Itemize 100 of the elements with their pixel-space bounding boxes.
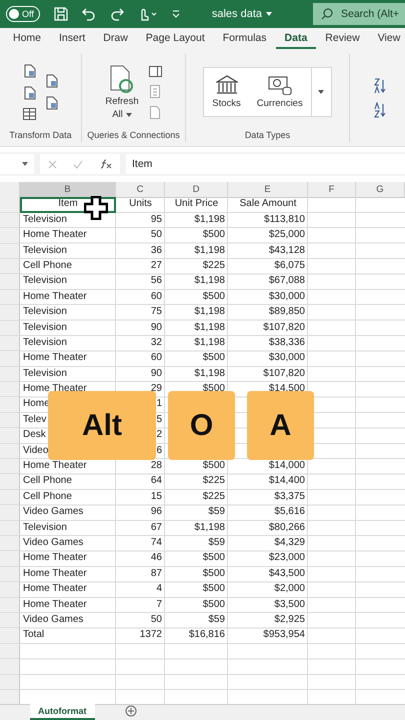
name-box[interactable] xyxy=(0,154,34,174)
save-icon[interactable] xyxy=(54,7,68,21)
ribbon-tab[interactable]: Page Layout xyxy=(136,29,214,49)
table-cell-text: $225 xyxy=(202,474,226,488)
customize-toolbar-icon[interactable] xyxy=(172,10,180,18)
row-header[interactable] xyxy=(0,690,20,704)
table-icon[interactable] xyxy=(23,108,36,120)
column-header[interactable]: E xyxy=(228,182,308,198)
row-header[interactable] xyxy=(0,536,20,552)
row-header[interactable] xyxy=(0,366,20,382)
add-sheet-icon[interactable] xyxy=(124,705,136,717)
row-header[interactable] xyxy=(0,474,20,490)
column-header[interactable]: B xyxy=(20,182,116,198)
function-icon[interactable] xyxy=(100,159,112,169)
table-cell-text: $225 xyxy=(202,490,226,504)
stocks-button[interactable]: Stocks xyxy=(204,68,249,116)
row-header[interactable] xyxy=(0,197,20,213)
ribbon-tab[interactable]: Home xyxy=(4,29,50,49)
table-cell-text: $107,820 xyxy=(262,320,306,335)
ribbon-tab[interactable]: Insert xyxy=(50,29,94,49)
table-cell-text: $3,500 xyxy=(273,598,306,612)
table-cell-text: Home Theater xyxy=(22,290,88,304)
column-header[interactable]: F xyxy=(308,182,356,198)
sheet-tab[interactable]: Autoformat xyxy=(30,704,94,720)
file-name[interactable]: sales data xyxy=(212,8,262,20)
row-header[interactable] xyxy=(0,274,20,290)
header-cell[interactable]: Sale Amount xyxy=(236,197,300,213)
ribbon-tab[interactable]: View xyxy=(368,29,405,49)
table-cell-text: 87 xyxy=(150,566,163,581)
header-cell[interactable]: Unit Price xyxy=(172,197,222,213)
money-icon xyxy=(268,75,292,95)
table-cell-text: $43,128 xyxy=(268,244,306,258)
row-header[interactable] xyxy=(0,628,20,644)
table-cell-text: Desk xyxy=(22,428,47,442)
refresh-all-button[interactable]: Refresh All xyxy=(105,64,139,120)
row-header[interactable] xyxy=(0,244,20,259)
table-cell-text: $43,500 xyxy=(268,566,306,581)
file-icon[interactable] xyxy=(46,74,58,88)
row-header[interactable] xyxy=(0,258,20,274)
row-header[interactable] xyxy=(0,320,20,336)
row-header[interactable] xyxy=(0,644,20,660)
table-cell-text: $59 xyxy=(207,612,226,627)
ribbon-tab[interactable]: Formulas xyxy=(214,29,276,49)
file-icon[interactable] xyxy=(24,64,36,78)
row-header[interactable] xyxy=(0,459,20,474)
undo-icon[interactable] xyxy=(82,7,96,21)
row-header[interactable] xyxy=(0,551,20,567)
list-icon[interactable] xyxy=(150,84,160,98)
row-header[interactable] xyxy=(0,582,20,598)
row-header[interactable] xyxy=(0,505,20,521)
column-header[interactable]: G xyxy=(356,182,405,198)
header-cell[interactable]: Item xyxy=(20,197,116,213)
table-cell-text: Video Games xyxy=(22,536,84,550)
table-cell-text: Home Theater xyxy=(22,228,88,242)
sort-ascending-icon[interactable] xyxy=(372,78,386,94)
row-header[interactable] xyxy=(0,351,20,367)
row-header[interactable] xyxy=(0,428,20,444)
group-label: Transform Data xyxy=(8,130,73,142)
file-icon[interactable] xyxy=(46,96,58,110)
sort-descending-icon[interactable] xyxy=(372,102,386,118)
row-header[interactable] xyxy=(0,612,20,628)
file-icon[interactable] xyxy=(24,86,36,100)
autosave-toggle[interactable]: Off xyxy=(6,6,40,22)
column-header[interactable]: C xyxy=(116,182,165,198)
key-cap: Alt xyxy=(48,391,156,460)
properties-icon[interactable] xyxy=(148,66,162,76)
search-field[interactable]: Search (Alt+ xyxy=(313,3,405,25)
table-cell-text: $4,329 xyxy=(273,536,306,550)
header-cell[interactable]: Units xyxy=(126,197,155,213)
row-header[interactable] xyxy=(0,598,20,613)
row-header[interactable] xyxy=(0,674,20,690)
table-cell-text: $1,198 xyxy=(193,244,226,258)
column-header[interactable]: D xyxy=(165,182,228,198)
redo-icon[interactable] xyxy=(110,7,124,21)
row-header[interactable] xyxy=(0,490,20,506)
table-cell-text: $3,375 xyxy=(273,490,306,504)
ribbon-tab[interactable]: Draw xyxy=(94,29,137,49)
row-header[interactable] xyxy=(0,520,20,536)
select-all-corner[interactable] xyxy=(0,182,20,198)
row-header[interactable] xyxy=(0,336,20,352)
ribbon-tab[interactable]: Review xyxy=(316,29,369,49)
table-cell-text: 7 xyxy=(155,598,163,612)
row-header[interactable] xyxy=(0,228,20,244)
row-header[interactable] xyxy=(0,382,20,398)
table-cell-text: 28 xyxy=(150,459,163,474)
row-header[interactable] xyxy=(0,659,20,674)
formula-field[interactable]: Item xyxy=(126,154,405,174)
row-header[interactable] xyxy=(0,212,20,228)
table-cell-text: Home Theater xyxy=(22,351,88,366)
row-header[interactable] xyxy=(0,566,20,582)
check-icon[interactable] xyxy=(73,160,84,168)
row-header[interactable] xyxy=(0,397,20,413)
row-header[interactable] xyxy=(0,444,20,460)
cancel-icon[interactable] xyxy=(48,160,58,168)
currencies-button[interactable]: Currencies xyxy=(248,68,311,116)
row-header[interactable] xyxy=(0,290,20,306)
table-cell-text: $25,000 xyxy=(268,228,306,242)
row-header[interactable] xyxy=(0,412,20,428)
table-cell-text: Video xyxy=(22,444,50,458)
row-header[interactable] xyxy=(0,305,20,321)
